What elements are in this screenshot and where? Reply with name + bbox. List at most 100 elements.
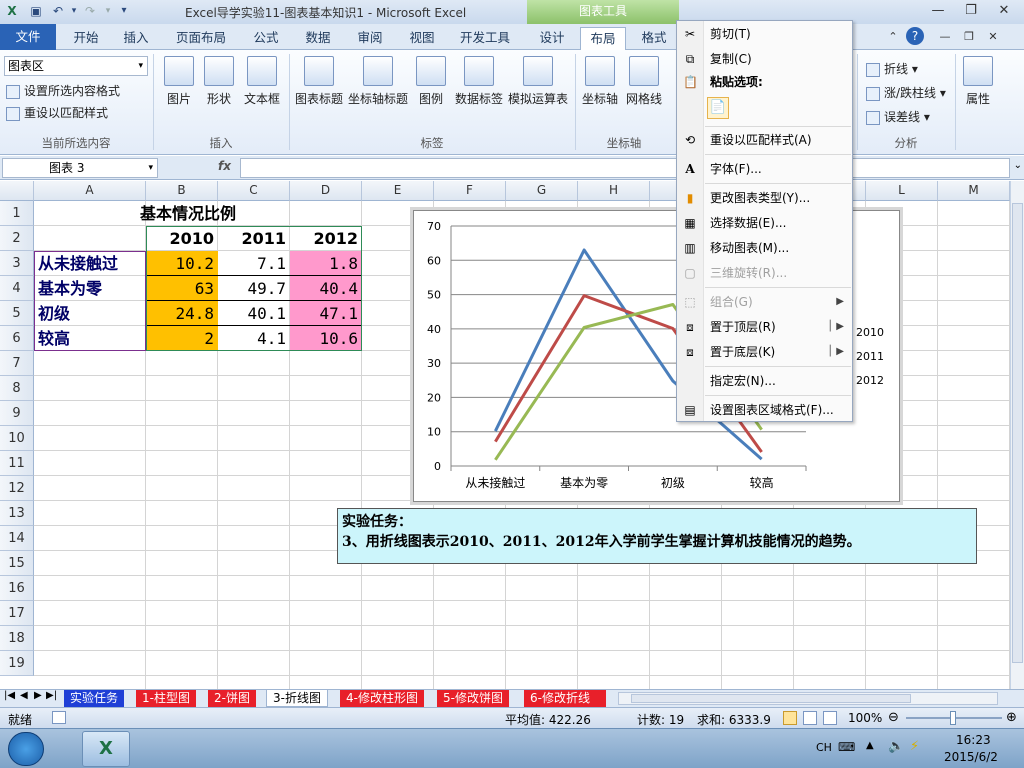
row-header-2[interactable]: 2 — [0, 226, 34, 251]
row-label-cell[interactable]: 从未接触过 — [34, 251, 146, 276]
tab-formulas[interactable]: 公式 — [244, 27, 288, 50]
row-header-7[interactable]: 7 — [0, 351, 34, 376]
tab-insert[interactable]: 插入 — [114, 27, 158, 50]
vertical-scroll-thumb[interactable] — [1012, 203, 1023, 663]
page-layout-view-icon[interactable] — [803, 711, 817, 725]
doc-close-icon[interactable]: ✕ — [984, 28, 1002, 46]
tab-review[interactable]: 审阅 — [348, 27, 392, 50]
sheet-tab-2[interactable]: 2-饼图 — [208, 690, 256, 707]
value-2011-cell[interactable]: 40.1 — [218, 301, 290, 326]
column-header-D[interactable]: D — [290, 181, 362, 201]
next-sheet-icon[interactable]: ▶ — [34, 690, 42, 701]
page-break-view-icon[interactable] — [823, 711, 837, 725]
menu-item-reset-style[interactable]: ⟲ 重设以匹配样式(A) — [677, 129, 852, 151]
sheet-tab-5[interactable]: 5-修改饼图 — [437, 690, 509, 707]
value-2012-cell[interactable]: 40.4 — [290, 276, 362, 301]
value-2010-cell[interactable]: 24.8 — [146, 301, 218, 326]
normal-view-icon[interactable] — [783, 711, 797, 725]
value-2011-cell[interactable]: 7.1 — [218, 251, 290, 276]
data-table-button[interactable]: 模拟运算表 — [506, 56, 570, 107]
year-header-2012[interactable]: 2012 — [290, 226, 362, 251]
data-labels-button[interactable]: 数据标签 — [452, 56, 506, 107]
menu-item-bring-to-front[interactable]: ⧈ 置于顶层(R) │ ▶ — [677, 316, 852, 338]
excel-taskbar-icon[interactable]: X — [82, 731, 130, 767]
zoom-out-icon[interactable]: ⊖ — [888, 710, 899, 725]
legend-button[interactable]: 图例 — [412, 56, 450, 107]
column-header-E[interactable]: E — [362, 181, 434, 201]
chart-title-button[interactable]: 图表标题 — [292, 56, 346, 107]
row-header-13[interactable]: 13 — [0, 501, 34, 526]
row-header-3[interactable]: 3 — [0, 251, 34, 276]
up-down-bars-button[interactable]: 涨/跌柱线 ▾ — [866, 84, 946, 101]
sheet-tab-1[interactable]: 1-柱型图 — [136, 690, 196, 707]
value-2012-cell[interactable]: 47.1 — [290, 301, 362, 326]
macro-record-icon[interactable] — [52, 711, 66, 724]
row-label-cell[interactable]: 初级 — [34, 301, 146, 326]
zoom-in-icon[interactable]: ⊕ — [1006, 710, 1017, 725]
tab-data[interactable]: 数据 — [296, 27, 340, 50]
row-header-18[interactable]: 18 — [0, 626, 34, 651]
menu-item-assign-macro[interactable]: 指定宏(N)... — [677, 370, 852, 392]
column-header-B[interactable]: B — [146, 181, 218, 201]
worksheet-grid[interactable]: ABCDEFGHIJKLM 12345678910111213141516171… — [0, 181, 1010, 689]
format-selection-button[interactable]: 设置所选内容格式 — [6, 82, 120, 99]
column-header-G[interactable]: G — [506, 181, 578, 201]
tab-file[interactable]: 文件 — [0, 24, 56, 50]
column-header-C[interactable]: C — [218, 181, 290, 201]
customize-quick-access-icon[interactable]: ▾ — [116, 3, 132, 19]
task-note[interactable]: 实验任务： 3、用折线图表示2010、2011、2012年入学前学生掌握计算机技… — [337, 508, 977, 564]
sheet-tab-task[interactable]: 实验任务 — [64, 690, 125, 707]
horizontal-scrollbar[interactable] — [618, 692, 998, 705]
row-header-17[interactable]: 17 — [0, 601, 34, 626]
row-header-12[interactable]: 12 — [0, 476, 34, 501]
value-2012-cell[interactable]: 1.8 — [290, 251, 362, 276]
table-title-cell[interactable]: 基本情况比例 — [136, 201, 268, 226]
tab-format[interactable]: 格式 — [632, 27, 676, 50]
last-sheet-icon[interactable]: ▶| — [46, 690, 57, 701]
row-header-1[interactable]: 1 — [0, 201, 34, 226]
row-header-15[interactable]: 15 — [0, 551, 34, 576]
tab-layout[interactable]: 布局 — [580, 27, 626, 50]
power-icon[interactable]: ⚡ — [910, 739, 919, 754]
select-all-corner[interactable] — [0, 181, 34, 201]
sheet-tab-4[interactable]: 4-修改柱形图 — [340, 690, 424, 707]
sheet-tab-6[interactable]: 6-修改折线 — [524, 690, 606, 707]
column-header-H[interactable]: H — [578, 181, 650, 201]
formula-input[interactable] — [240, 158, 1010, 178]
row-header-4[interactable]: 4 — [0, 276, 34, 301]
axis-title-button[interactable]: 坐标轴标题 — [346, 56, 410, 107]
undo-icon[interactable]: ↶ — [50, 3, 66, 19]
undo-dropdown-icon[interactable]: ▾ — [66, 3, 82, 19]
reset-to-match-button[interactable]: 重设以匹配样式 — [6, 104, 108, 121]
excel-app-icon[interactable]: X — [4, 3, 20, 19]
sheet-tab-3-active[interactable]: 3-折线图 — [266, 690, 328, 707]
insert-shapes-button[interactable]: 形状 — [200, 56, 238, 107]
value-2010-cell[interactable]: 63 — [146, 276, 218, 301]
prev-sheet-icon[interactable]: ◀ — [20, 690, 28, 701]
insert-textbox-button[interactable]: 文本框 — [240, 56, 284, 107]
insert-picture-button[interactable]: 图片 — [160, 56, 198, 107]
name-box[interactable]: 图表 3 ▾ — [2, 158, 158, 178]
properties-button[interactable]: 属性 — [958, 56, 998, 107]
menu-item-cut[interactable]: ✂ 剪切(T) — [677, 23, 852, 45]
value-2012-cell[interactable]: 10.6 — [290, 326, 362, 351]
menu-item-change-chart-type[interactable]: ▮ 更改图表类型(Y)... — [677, 187, 852, 209]
restore-icon[interactable]: ❐ — [957, 2, 985, 20]
first-sheet-icon[interactable]: |◀ — [4, 690, 15, 701]
menu-item-copy[interactable]: ⧉ 复制(C) — [677, 48, 852, 70]
error-bars-button[interactable]: 误差线 ▾ — [866, 108, 930, 125]
value-2011-cell[interactable]: 49.7 — [218, 276, 290, 301]
row-header-14[interactable]: 14 — [0, 526, 34, 551]
row-label-cell[interactable]: 较高 — [34, 326, 146, 351]
menu-item-send-to-back[interactable]: ⧈ 置于底层(K) │ ▶ — [677, 341, 852, 363]
row-header-16[interactable]: 16 — [0, 576, 34, 601]
value-2010-cell[interactable]: 10.2 — [146, 251, 218, 276]
row-header-5[interactable]: 5 — [0, 301, 34, 326]
minimize-icon[interactable]: — — [924, 2, 952, 20]
tab-home[interactable]: 开始 — [64, 27, 108, 50]
column-header-M[interactable]: M — [938, 181, 1010, 201]
menu-item-font[interactable]: A 字体(F)... — [677, 158, 852, 180]
paste-keep-format-button[interactable]: 📄 — [707, 97, 729, 119]
tray-expand-icon[interactable]: ▲ — [866, 740, 874, 751]
tab-design[interactable]: 设计 — [530, 27, 574, 50]
